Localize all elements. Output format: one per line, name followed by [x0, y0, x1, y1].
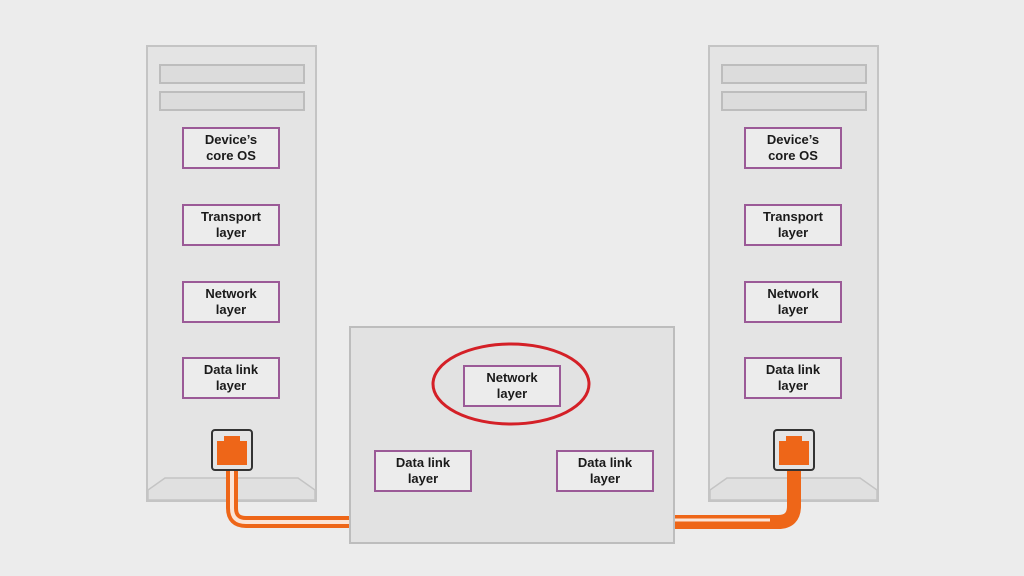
left-ethernet-port-icon [211, 429, 253, 471]
router: Network layer Data link layer Data link … [349, 326, 675, 544]
router-data-link-right: Data link layer [556, 450, 654, 492]
router-data-link-left: Data link layer [374, 450, 472, 492]
router-network-layer: Network layer [463, 365, 561, 407]
right-ethernet-port-icon [773, 429, 815, 471]
network-diagram: Device’s core OS Transport layer Network… [0, 0, 1024, 576]
